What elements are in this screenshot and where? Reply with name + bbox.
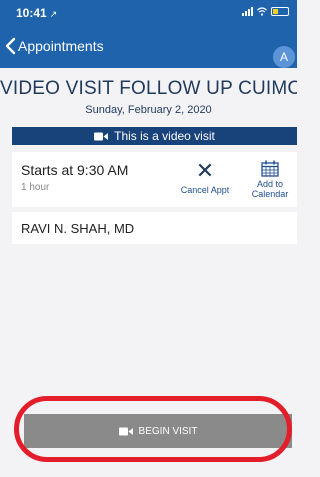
chevron-left-icon (5, 37, 16, 55)
appointment-duration: 1 hour (21, 182, 50, 193)
cancel-appointment-button[interactable]: ✕ Cancel Appt (179, 158, 231, 196)
appointment-start-time: Starts at 9:30 AM (21, 162, 129, 178)
provider-card[interactable]: RAVI N. SHAH, MD (12, 212, 297, 244)
add-to-calendar-label-1: Add to (256, 179, 284, 189)
page-title: VIDEO VISIT FOLLOW UP CUIMC (0, 78, 297, 99)
video-visit-banner-text: This is a video visit (114, 129, 215, 143)
status-bar: 10:41 ↗ (0, 0, 297, 24)
calendar-icon (261, 160, 279, 177)
status-time: 10:41 ↗ (16, 6, 57, 20)
video-camera-icon (94, 132, 109, 141)
status-icons (242, 7, 289, 16)
begin-visit-label: BEGIN VISIT (138, 425, 198, 437)
begin-visit-button[interactable]: BEGIN VISIT (24, 414, 292, 448)
avatar[interactable]: A (273, 46, 295, 68)
visit-date: Sunday, February 2, 2020 (85, 104, 212, 116)
add-to-calendar-button[interactable]: Add to Calendar (245, 160, 295, 199)
battery-icon (271, 7, 289, 16)
close-icon: ✕ (195, 158, 215, 183)
location-arrow-icon: ↗ (49, 9, 58, 19)
signal-icon (242, 7, 253, 16)
nav-bar: Appointments A (0, 24, 297, 68)
provider-name: RAVI N. SHAH, MD (21, 221, 135, 236)
appointment-card: Starts at 9:30 AM 1 hour ✕ Cancel Appt A… (12, 152, 297, 207)
back-button[interactable]: Appointments (4, 36, 104, 56)
video-camera-icon (118, 427, 133, 436)
back-label: Appointments (18, 38, 104, 54)
cancel-appointment-label: Cancel Appt (180, 185, 230, 195)
add-to-calendar-label-2: Calendar (251, 189, 289, 199)
wifi-icon (257, 7, 267, 16)
clock-text: 10:41 (16, 6, 47, 20)
video-visit-banner: This is a video visit (12, 127, 297, 145)
